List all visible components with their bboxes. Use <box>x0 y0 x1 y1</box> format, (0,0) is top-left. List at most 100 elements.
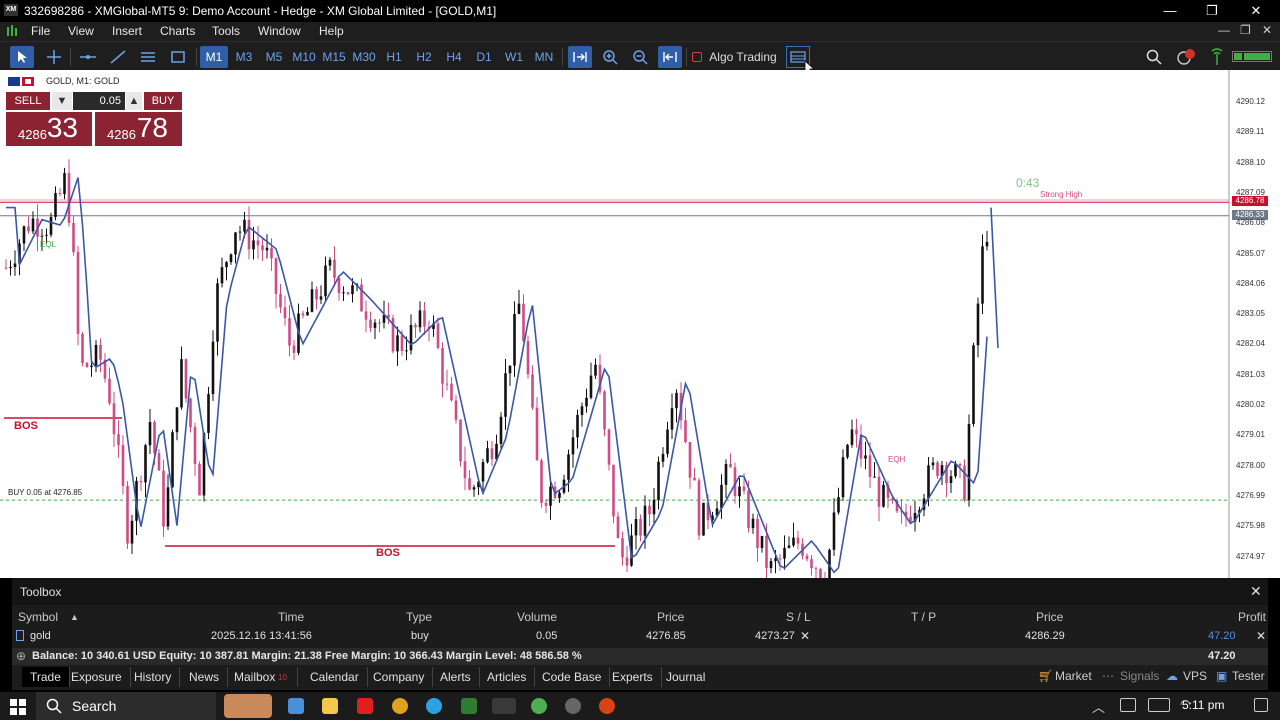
close-window-button[interactable]: ✕ <box>1244 2 1268 20</box>
col-sl[interactable]: S / L <box>786 610 811 624</box>
algo-trading-button[interactable]: Algo Trading <box>708 46 778 68</box>
buy-price-button[interactable]: 4286 78 <box>95 112 182 146</box>
timeframe-m15[interactable]: M15 <box>320 46 348 68</box>
tab-mailbox[interactable]: Mailbox <box>226 667 299 687</box>
tab-articles[interactable]: Articles <box>479 667 536 687</box>
cursor-tool-icon[interactable] <box>10 46 34 68</box>
tab-company[interactable]: Company <box>365 667 434 687</box>
youtube-icon[interactable] <box>357 698 373 714</box>
col-time[interactable]: Time <box>278 610 304 624</box>
timeframe-h1[interactable]: H1 <box>380 46 408 68</box>
desktop-app-icon[interactable] <box>288 698 304 714</box>
zoom-out-icon[interactable] <box>628 46 652 68</box>
tray-chevron-icon[interactable]: ︿ <box>1092 697 1105 716</box>
chrome-icon[interactable] <box>392 698 408 714</box>
menu-file[interactable]: File <box>31 24 50 38</box>
restore-button[interactable]: ❐ <box>1200 2 1224 20</box>
notifications-icon[interactable] <box>1176 48 1196 71</box>
menu-charts[interactable]: Charts <box>160 24 195 38</box>
timeframe-w1[interactable]: W1 <box>500 46 528 68</box>
tab-alerts[interactable]: Alerts <box>432 667 480 687</box>
col-profit[interactable]: Profit <box>1238 610 1266 624</box>
col-symbol[interactable]: Symbol <box>18 610 58 624</box>
position-icon <box>16 630 24 641</box>
candle-body <box>805 555 809 560</box>
menu-insert[interactable]: Insert <box>112 24 142 38</box>
timeframe-mn[interactable]: MN <box>530 46 558 68</box>
zoom-in-icon[interactable] <box>598 46 622 68</box>
timeframe-d1[interactable]: D1 <box>470 46 498 68</box>
table-row[interactable]: gold 2025.12.16 13:41:56 buy 0.05 4276.8… <box>12 626 1268 646</box>
timeframe-m3[interactable]: M3 <box>230 46 258 68</box>
timeframe-m1[interactable]: M1 <box>200 46 228 68</box>
buy-button[interactable]: BUY <box>144 92 182 110</box>
volume-up-icon[interactable]: ▲ <box>126 92 142 110</box>
menu-window[interactable]: Window <box>258 24 301 38</box>
app-icon[interactable] <box>461 698 477 714</box>
file-explorer-icon[interactable] <box>322 698 338 714</box>
menu-help[interactable]: Help <box>319 24 344 38</box>
widgets-icon[interactable] <box>224 694 272 718</box>
col-volume[interactable]: Volume <box>517 610 557 624</box>
col-type[interactable]: Type <box>406 610 432 624</box>
signals-link[interactable]: Signals <box>1120 669 1159 683</box>
chart-shift-icon[interactable] <box>658 46 682 68</box>
windows-start-icon[interactable] <box>10 699 26 720</box>
timeframe-m30[interactable]: M30 <box>350 46 378 68</box>
mdi-restore-icon[interactable]: ❐ <box>1240 23 1251 37</box>
channel-icon[interactable] <box>136 46 160 68</box>
price-chart[interactable]: GOLD, M1: GOLD SELL ▼ 0.05 ▲ BUY 4286 33… <box>0 70 1280 578</box>
xm-mt5-taskbar-icon[interactable] <box>492 698 516 714</box>
remove-sl-icon[interactable]: ✕ <box>800 629 810 643</box>
trendline-icon[interactable] <box>106 46 130 68</box>
notification-center-icon[interactable] <box>1254 698 1268 712</box>
mdi-minimize-icon[interactable]: — <box>1218 23 1230 37</box>
timeframe-m5[interactable]: M5 <box>260 46 288 68</box>
sell-button[interactable]: SELL <box>6 92 50 110</box>
candle-body <box>927 465 930 499</box>
market-link[interactable]: Market <box>1055 669 1092 683</box>
vps-link[interactable]: VPS <box>1183 669 1207 683</box>
tab-history[interactable]: History <box>126 667 181 687</box>
col-current-price[interactable]: Price <box>1036 610 1063 624</box>
close-position-icon[interactable]: ✕ <box>1256 629 1266 643</box>
chrome-alt-icon[interactable] <box>599 698 615 714</box>
timeframe-h2[interactable]: H2 <box>410 46 438 68</box>
tray-app-icon[interactable] <box>1120 698 1136 712</box>
chrome-profile-icon[interactable] <box>531 698 547 714</box>
shapes-icon[interactable] <box>166 46 190 68</box>
toolbar-divider <box>686 48 687 66</box>
minimize-button[interactable]: — <box>1158 2 1182 20</box>
tester-link[interactable]: Tester <box>1232 669 1265 683</box>
search-icon[interactable] <box>1146 49 1162 70</box>
tab-news[interactable]: News <box>181 667 229 687</box>
candle-body <box>166 487 170 527</box>
candle-body <box>130 520 134 544</box>
timeframe-m10[interactable]: M10 <box>290 46 318 68</box>
col-price[interactable]: Price <box>657 610 684 624</box>
sell-price-button[interactable]: 4286 33 <box>6 112 92 146</box>
tab-journal[interactable]: Journal <box>658 667 713 687</box>
menu-tools[interactable]: Tools <box>212 24 240 38</box>
mdi-close-icon[interactable]: ✕ <box>1262 23 1272 37</box>
tab-calendar[interactable]: Calendar <box>302 667 368 687</box>
position-sl[interactable]: 4273.27 <box>755 630 795 642</box>
telegram-icon[interactable] <box>426 698 442 714</box>
menu-view[interactable]: View <box>68 24 94 38</box>
expand-icon[interactable]: ⊕ <box>16 649 26 663</box>
toolbox-close-icon[interactable]: ✕ <box>1250 583 1262 600</box>
volume-input[interactable]: 0.05 <box>73 92 125 110</box>
col-tp[interactable]: T / P <box>911 610 936 624</box>
horizontal-line-icon[interactable] <box>76 46 100 68</box>
tab-code-base[interactable]: Code Base <box>534 667 611 687</box>
tab-experts[interactable]: Experts <box>604 667 662 687</box>
volume-down-icon[interactable]: ▼ <box>52 92 72 110</box>
timeframe-h4[interactable]: H4 <box>440 46 468 68</box>
obs-icon[interactable] <box>565 698 581 714</box>
keyboard-icon[interactable] <box>1148 698 1170 712</box>
taskbar-search[interactable]: Search <box>36 692 216 720</box>
crosshair-icon[interactable] <box>42 46 66 68</box>
autoscroll-icon[interactable] <box>568 46 592 68</box>
taskbar-clock[interactable]: 5:11 pm <box>1182 698 1224 712</box>
tab-exposure[interactable]: Exposure <box>63 667 131 687</box>
